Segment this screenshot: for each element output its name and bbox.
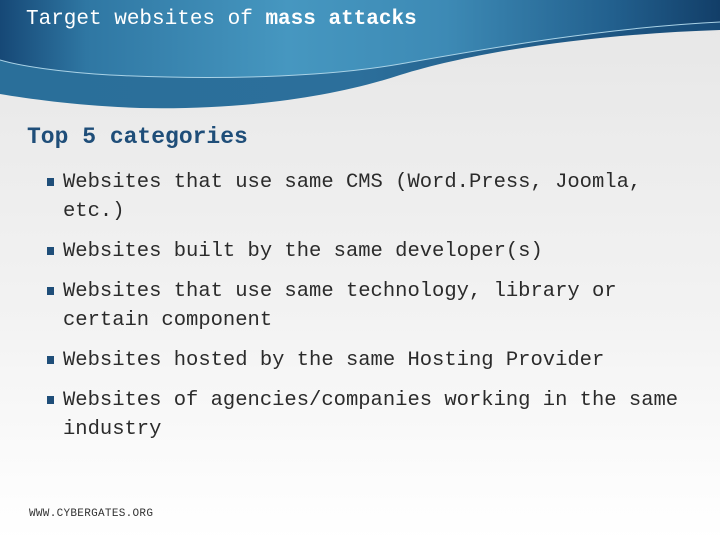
slide-title: Target websites of mass attacks xyxy=(26,8,417,31)
list-item: Websites that use same technology, libra… xyxy=(46,277,686,335)
slide-title-regular: Target websites of xyxy=(26,8,266,31)
list-item-text: Websites of agencies/companies working i… xyxy=(63,389,679,441)
list-item-text: Websites that use same CMS (Word.Press, … xyxy=(63,171,642,223)
square-bullet-icon xyxy=(47,247,54,255)
square-bullet-icon xyxy=(47,356,54,364)
list-item: Websites built by the same developer(s) xyxy=(46,237,686,266)
slide-title-bold: mass attacks xyxy=(265,8,417,31)
list-item-text: Websites that use same technology, libra… xyxy=(63,280,617,332)
list-item-text: Websites built by the same developer(s) xyxy=(63,240,543,263)
square-bullet-icon xyxy=(47,396,54,404)
category-list: Websites that use same CMS (Word.Press, … xyxy=(46,168,686,455)
list-item: Websites that use same CMS (Word.Press, … xyxy=(46,168,686,226)
section-subtitle: Top 5 categories xyxy=(27,124,248,150)
square-bullet-icon xyxy=(47,178,54,186)
list-item-text: Websites hosted by the same Hosting Prov… xyxy=(63,349,605,372)
list-item: Websites hosted by the same Hosting Prov… xyxy=(46,346,686,375)
square-bullet-icon xyxy=(47,287,54,295)
footer-website-link[interactable]: WWW.CYBERGATES.ORG xyxy=(29,508,153,520)
list-item: Websites of agencies/companies working i… xyxy=(46,386,686,444)
